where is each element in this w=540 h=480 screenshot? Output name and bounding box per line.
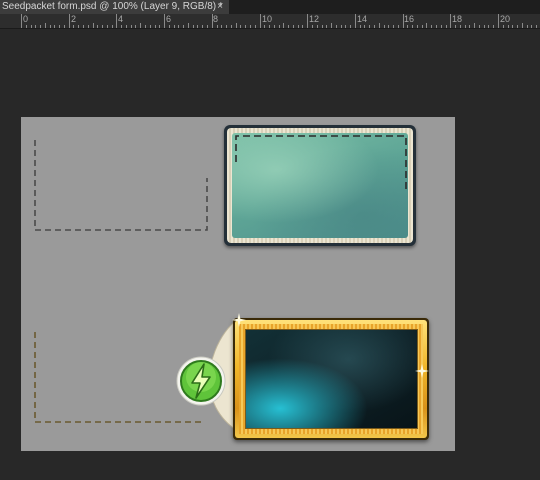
ruler-label: 2 (71, 14, 77, 24)
sparkle-icon (415, 364, 429, 378)
ruler-label: 14 (357, 14, 368, 24)
ruler-label: 18 (452, 14, 463, 24)
ruler-label: 6 (166, 14, 172, 24)
document-tab[interactable]: Seedpacket form.psd @ 100% (Layer 9, RGB… (0, 0, 229, 14)
sparkle-icon (232, 313, 246, 327)
seed-packet-card-bottom[interactable] (233, 318, 429, 440)
ruler-label: 4 (118, 14, 124, 24)
ruler-label: 16 (404, 14, 415, 24)
ruler-label: 8 (213, 14, 219, 24)
document-tab-title: Seedpacket form.psd @ 100% (Layer 9, RGB… (2, 1, 223, 12)
document-tab-bar: Seedpacket form.psd @ 100% (Layer 9, RGB… (0, 0, 540, 15)
card-bottom-artwork (245, 329, 418, 429)
close-icon[interactable]: × (217, 0, 223, 14)
ruler-label: 12 (309, 14, 320, 24)
horizontal-ruler: 0 2 4 6 8 10 12 14 16 18 20 (0, 14, 540, 29)
ruler-label: 20 (500, 14, 511, 24)
ruler-label: 10 (262, 14, 273, 24)
card-top-dash-guide (235, 135, 407, 192)
lightning-bolt-icon[interactable] (175, 355, 227, 407)
dashed-guide-top (34, 140, 208, 231)
ruler-label: 0 (23, 14, 29, 24)
